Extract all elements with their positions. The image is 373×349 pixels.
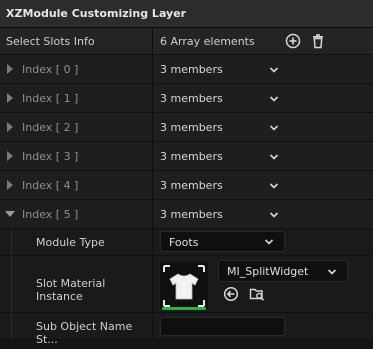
- index-label: Index [ 0 ]: [22, 63, 79, 76]
- chevron-down-icon[interactable]: [269, 181, 279, 191]
- index-label: Index [ 1 ]: [22, 92, 79, 105]
- index-label: Index [ 4 ]: [22, 179, 79, 192]
- chevron-down-icon[interactable]: [269, 152, 279, 162]
- members-value: 3 members: [160, 121, 223, 134]
- panel-title: XZModule Customizing Layer: [6, 7, 187, 20]
- arrow-left-circle-icon: [223, 286, 239, 302]
- clear-array-button[interactable]: [309, 32, 327, 50]
- module-type-value: Foots: [169, 236, 199, 249]
- material-asset-picker[interactable]: MI_SplitWidget: [218, 260, 348, 282]
- module-type-label: Module Type: [36, 236, 105, 249]
- module-type-dropdown[interactable]: Foots: [160, 231, 285, 252]
- chevron-down-icon[interactable]: [269, 210, 279, 220]
- material-thumbnail[interactable]: [160, 262, 208, 310]
- expand-arrow-icon[interactable]: [7, 151, 13, 161]
- plus-circle-icon: [285, 33, 301, 49]
- index-label: Index [ 5 ]: [22, 208, 79, 221]
- tshirt-icon: [163, 265, 205, 307]
- index-row-0[interactable]: Index [ 0 ] 3 members: [0, 55, 373, 84]
- sub-object-name-input[interactable]: [160, 317, 285, 336]
- chevron-down-icon[interactable]: [269, 65, 279, 75]
- module-type-row: Module Type Foots: [0, 229, 373, 256]
- expand-arrow-icon[interactable]: [7, 93, 13, 103]
- material-asset-value: MI_SplitWidget: [227, 265, 309, 278]
- slot-material-label: Slot Material Instance: [36, 277, 106, 303]
- array-count-label: 6 Array elements: [160, 35, 255, 48]
- index-row-2[interactable]: Index [ 2 ] 3 members: [0, 113, 373, 142]
- slot-material-row: Slot Material Instance MI_SplitWidget: [0, 256, 373, 313]
- expand-arrow-icon[interactable]: [7, 180, 13, 190]
- members-value: 3 members: [160, 63, 223, 76]
- use-selected-asset-button[interactable]: [222, 285, 240, 303]
- select-slots-info-row: Select Slots Info 6 Array elements: [0, 28, 373, 55]
- collapse-arrow-icon[interactable]: [5, 211, 15, 217]
- chevron-down-icon[interactable]: [269, 123, 279, 133]
- index-label: Index [ 2 ]: [22, 121, 79, 134]
- sub-object-name-row: Sub Object Name St...: [0, 313, 373, 346]
- index-row-5[interactable]: Index [ 5 ] 3 members: [0, 200, 373, 229]
- index-row-1[interactable]: Index [ 1 ] 3 members: [0, 84, 373, 113]
- select-slots-info-label: Select Slots Info: [6, 35, 95, 48]
- sub-object-name-label: Sub Object Name St...: [36, 320, 133, 346]
- index-row-4[interactable]: Index [ 4 ] 3 members: [0, 171, 373, 200]
- expand-arrow-icon[interactable]: [7, 122, 13, 132]
- index-label: Index [ 3 ]: [22, 150, 79, 163]
- members-value: 3 members: [160, 179, 223, 192]
- thumbnail-status-bar: [162, 307, 206, 310]
- panel-header: XZModule Customizing Layer: [0, 0, 373, 28]
- chevron-down-icon: [264, 239, 274, 245]
- members-value: 3 members: [160, 208, 223, 221]
- folder-search-icon: [249, 288, 265, 301]
- details-panel: XZModule Customizing Layer Select Slots …: [0, 0, 373, 349]
- chevron-down-icon[interactable]: [269, 94, 279, 104]
- members-value: 3 members: [160, 92, 223, 105]
- chevron-down-icon: [327, 269, 337, 275]
- add-element-button[interactable]: [284, 32, 302, 50]
- trash-icon: [313, 34, 323, 49]
- browse-asset-button[interactable]: [248, 285, 266, 303]
- members-value: 3 members: [160, 150, 223, 163]
- expand-arrow-icon[interactable]: [7, 64, 13, 74]
- index-row-3[interactable]: Index [ 3 ] 3 members: [0, 142, 373, 171]
